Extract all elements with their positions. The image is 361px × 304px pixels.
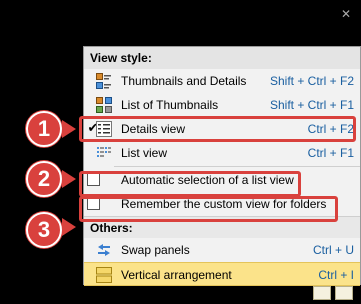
callout-box-3	[79, 196, 338, 222]
callout-pointer-2	[62, 170, 76, 188]
callout-badge-2: 2	[26, 161, 62, 197]
menu-item-thumbnails-and-details[interactable]: Thumbnails and Details Shift + Ctrl + F2	[84, 69, 360, 93]
callout-badge-1: 1	[26, 111, 62, 147]
menu-item-label: Vertical arrangement	[121, 268, 232, 282]
swap-panels-icon	[98, 244, 110, 256]
menu-item-shortcut: Ctrl + F1	[307, 146, 354, 160]
menu-item-shortcut: Shift + Ctrl + F1	[269, 98, 354, 112]
menu-item-shortcut: Ctrl + U	[312, 243, 354, 257]
callout-box-1	[79, 116, 356, 142]
menu-item-list-of-thumbnails[interactable]: List of Thumbnails Shift + Ctrl + F1	[84, 93, 360, 117]
layout-toggle-icon[interactable]	[335, 286, 353, 300]
thumbnails-details-icon	[96, 73, 111, 89]
view-toggle-icon[interactable]	[313, 286, 331, 300]
statusbar-icons	[313, 286, 353, 300]
section-view-style: View style:	[84, 47, 360, 69]
menu-item-shortcut: Ctrl + I	[318, 268, 354, 282]
list-view-icon	[97, 147, 111, 157]
menu-item-label: List view	[121, 146, 168, 160]
list-thumbnails-icon	[96, 97, 112, 113]
menu-separator	[114, 166, 360, 167]
menu-item-vertical-arrangement[interactable]: Vertical arrangement Ctrl + I	[84, 262, 360, 286]
close-icon[interactable]: ✕	[341, 8, 353, 20]
menu-item-swap-panels[interactable]: Swap panels Ctrl + U	[84, 238, 360, 262]
menu-item-list-view[interactable]: List view Ctrl + F1	[84, 141, 360, 165]
view-style-menu: View style: Thumbnails and Details Shift…	[83, 46, 361, 286]
callout-badge-3: 3	[26, 212, 62, 248]
callout-pointer-1	[62, 120, 76, 138]
callout-box-2	[79, 171, 301, 197]
callout-pointer-3	[62, 218, 76, 236]
menu-item-shortcut: Shift + Ctrl + F2	[269, 74, 354, 88]
menu-item-label: List of Thumbnails	[121, 98, 219, 112]
menu-item-label: Swap panels	[121, 243, 190, 257]
vertical-arrangement-icon	[96, 267, 112, 283]
menu-item-label: Thumbnails and Details	[121, 74, 247, 88]
